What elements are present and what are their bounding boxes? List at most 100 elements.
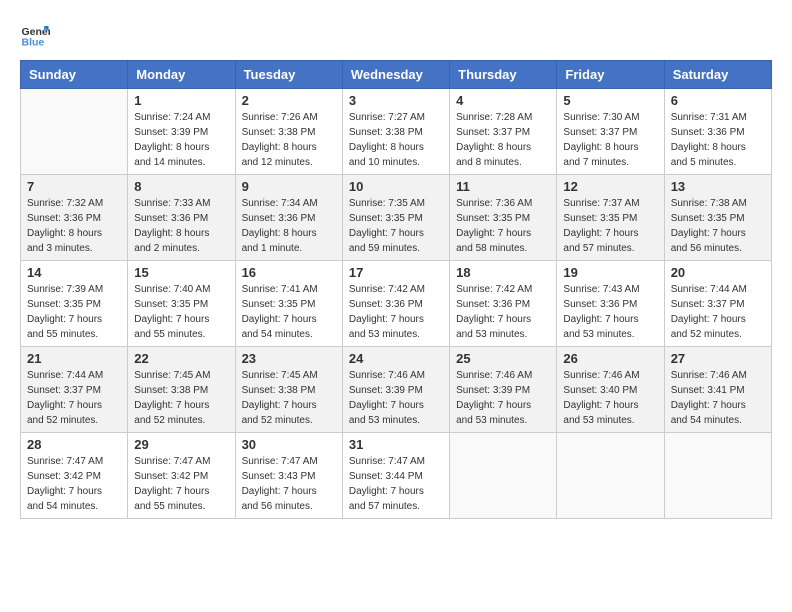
day-info: Sunrise: 7:27 AMSunset: 3:38 PMDaylight:… (349, 110, 443, 170)
calendar-day-cell: 9 Sunrise: 7:34 AMSunset: 3:36 PMDaylight… (235, 175, 342, 261)
calendar-day-cell: 26Sunrise: 7:46 AMSunset: 3:40 PMDayligh… (557, 347, 664, 433)
day-info: Sunrise: 7:32 AMSunset: 3:36 PMDaylight:… (27, 196, 121, 256)
day-info: Sunrise: 7:44 AMSunset: 3:37 PMDaylight:… (671, 282, 765, 342)
calendar-day-cell: 20 Sunrise: 7:44 AMSunset: 3:37 PMDayligh… (664, 261, 771, 347)
day-info: Sunrise: 7:46 AMSunset: 3:39 PMDaylight:… (349, 368, 443, 428)
day-number: 10 (349, 179, 443, 194)
calendar-day-cell: 14Sunrise: 7:39 AMSunset: 3:35 PMDayligh… (21, 261, 128, 347)
day-info: Sunrise: 7:47 AMSunset: 3:42 PMDaylight:… (27, 454, 121, 514)
calendar-day-cell: 18 Sunrise: 7:42 AMSunset: 3:36 PMDayligh… (450, 261, 557, 347)
calendar-week-row: 21 Sunrise: 7:44 AMSunset: 3:37 PMDayligh… (21, 347, 772, 433)
day-info: Sunrise: 7:47 AMSunset: 3:42 PMDaylight:… (134, 454, 228, 514)
day-info: Sunrise: 7:24 AMSunset: 3:39 PMDaylight:… (134, 110, 228, 170)
calendar-day-cell: 28 Sunrise: 7:47 AMSunset: 3:42 PMDayligh… (21, 433, 128, 519)
day-number: 12 (563, 179, 657, 194)
day-info: Sunrise: 7:35 AMSunset: 3:35 PMDaylight:… (349, 196, 443, 256)
weekday-header-tuesday: Tuesday (235, 61, 342, 89)
calendar-day-cell (664, 433, 771, 519)
day-number: 20 (671, 265, 765, 280)
calendar-day-cell: 10 Sunrise: 7:35 AMSunset: 3:35 PMDayligh… (342, 175, 449, 261)
calendar-day-cell: 16Sunrise: 7:41 AMSunset: 3:35 PMDayligh… (235, 261, 342, 347)
day-info: Sunrise: 7:38 AMSunset: 3:35 PMDaylight:… (671, 196, 765, 256)
day-info: Sunrise: 7:47 AMSunset: 3:44 PMDaylight:… (349, 454, 443, 514)
day-info: Sunrise: 7:43 AMSunset: 3:36 PMDaylight:… (563, 282, 657, 342)
day-number: 4 (456, 93, 550, 108)
day-number: 5 (563, 93, 657, 108)
day-number: 3 (349, 93, 443, 108)
day-number: 23 (242, 351, 336, 366)
day-number: 28 (27, 437, 121, 452)
weekday-header-wednesday: Wednesday (342, 61, 449, 89)
day-info: Sunrise: 7:26 AMSunset: 3:38 PMDaylight:… (242, 110, 336, 170)
day-info: Sunrise: 7:30 AMSunset: 3:37 PMDaylight:… (563, 110, 657, 170)
day-number: 8 (134, 179, 228, 194)
calendar-day-cell: 24Sunrise: 7:46 AMSunset: 3:39 PMDayligh… (342, 347, 449, 433)
day-number: 16 (242, 265, 336, 280)
calendar-day-cell: 27 Sunrise: 7:46 AMSunset: 3:41 PMDayligh… (664, 347, 771, 433)
calendar-day-cell: 6 Sunrise: 7:31 AMSunset: 3:36 PMDaylight… (664, 89, 771, 175)
day-number: 19 (563, 265, 657, 280)
day-info: Sunrise: 7:46 AMSunset: 3:39 PMDaylight:… (456, 368, 550, 428)
calendar-day-cell: 21 Sunrise: 7:44 AMSunset: 3:37 PMDayligh… (21, 347, 128, 433)
calendar-day-cell: 3 Sunrise: 7:27 AMSunset: 3:38 PMDaylight… (342, 89, 449, 175)
day-number: 15 (134, 265, 228, 280)
calendar-day-cell: 12Sunrise: 7:37 AMSunset: 3:35 PMDayligh… (557, 175, 664, 261)
day-number: 6 (671, 93, 765, 108)
day-number: 1 (134, 93, 228, 108)
day-info: Sunrise: 7:46 AMSunset: 3:41 PMDaylight:… (671, 368, 765, 428)
logo: General Blue (20, 20, 50, 50)
day-number: 21 (27, 351, 121, 366)
calendar-day-cell: 29 Sunrise: 7:47 AMSunset: 3:42 PMDayligh… (128, 433, 235, 519)
calendar-week-row: 28 Sunrise: 7:47 AMSunset: 3:42 PMDayligh… (21, 433, 772, 519)
day-number: 22 (134, 351, 228, 366)
weekday-header-friday: Friday (557, 61, 664, 89)
calendar-day-cell: 19 Sunrise: 7:43 AMSunset: 3:36 PMDayligh… (557, 261, 664, 347)
day-info: Sunrise: 7:33 AMSunset: 3:36 PMDaylight:… (134, 196, 228, 256)
calendar-day-cell: 7Sunrise: 7:32 AMSunset: 3:36 PMDaylight… (21, 175, 128, 261)
day-info: Sunrise: 7:45 AMSunset: 3:38 PMDaylight:… (134, 368, 228, 428)
calendar-day-cell: 1 Sunrise: 7:24 AMSunset: 3:39 PMDaylight… (128, 89, 235, 175)
calendar-day-cell: 2 Sunrise: 7:26 AMSunset: 3:38 PMDaylight… (235, 89, 342, 175)
calendar-day-cell: 25 Sunrise: 7:46 AMSunset: 3:39 PMDayligh… (450, 347, 557, 433)
day-number: 27 (671, 351, 765, 366)
day-info: Sunrise: 7:34 AMSunset: 3:36 PMDaylight:… (242, 196, 336, 256)
weekday-header-sunday: Sunday (21, 61, 128, 89)
day-number: 11 (456, 179, 550, 194)
calendar-day-cell: 13 Sunrise: 7:38 AMSunset: 3:35 PMDayligh… (664, 175, 771, 261)
day-number: 2 (242, 93, 336, 108)
weekday-header-saturday: Saturday (664, 61, 771, 89)
day-number: 14 (27, 265, 121, 280)
calendar-day-cell: 30Sunrise: 7:47 AMSunset: 3:43 PMDayligh… (235, 433, 342, 519)
day-info: Sunrise: 7:28 AMSunset: 3:37 PMDaylight:… (456, 110, 550, 170)
calendar-table: SundayMondayTuesdayWednesdayThursdayFrid… (20, 60, 772, 519)
weekday-header-monday: Monday (128, 61, 235, 89)
calendar-day-cell: 22 Sunrise: 7:45 AMSunset: 3:38 PMDayligh… (128, 347, 235, 433)
day-info: Sunrise: 7:44 AMSunset: 3:37 PMDaylight:… (27, 368, 121, 428)
calendar-day-cell (450, 433, 557, 519)
calendar-day-cell: 11 Sunrise: 7:36 AMSunset: 3:35 PMDayligh… (450, 175, 557, 261)
calendar-day-cell: 8 Sunrise: 7:33 AMSunset: 3:36 PMDaylight… (128, 175, 235, 261)
day-number: 9 (242, 179, 336, 194)
day-info: Sunrise: 7:42 AMSunset: 3:36 PMDaylight:… (349, 282, 443, 342)
calendar-week-row: 1 Sunrise: 7:24 AMSunset: 3:39 PMDaylight… (21, 89, 772, 175)
day-number: 18 (456, 265, 550, 280)
day-number: 13 (671, 179, 765, 194)
day-info: Sunrise: 7:36 AMSunset: 3:35 PMDaylight:… (456, 196, 550, 256)
calendar-day-cell: 5 Sunrise: 7:30 AMSunset: 3:37 PMDaylight… (557, 89, 664, 175)
calendar-day-cell: 31 Sunrise: 7:47 AMSunset: 3:44 PMDayligh… (342, 433, 449, 519)
day-number: 31 (349, 437, 443, 452)
day-number: 30 (242, 437, 336, 452)
day-info: Sunrise: 7:42 AMSunset: 3:36 PMDaylight:… (456, 282, 550, 342)
day-info: Sunrise: 7:31 AMSunset: 3:36 PMDaylight:… (671, 110, 765, 170)
calendar-day-cell: 15Sunrise: 7:40 AMSunset: 3:35 PMDayligh… (128, 261, 235, 347)
day-number: 25 (456, 351, 550, 366)
day-info: Sunrise: 7:45 AMSunset: 3:38 PMDaylight:… (242, 368, 336, 428)
day-number: 29 (134, 437, 228, 452)
logo-icon: General Blue (20, 20, 50, 50)
calendar-day-cell: 23 Sunrise: 7:45 AMSunset: 3:38 PMDayligh… (235, 347, 342, 433)
calendar-day-cell (21, 89, 128, 175)
page-header: General Blue (20, 20, 772, 50)
calendar-day-cell (557, 433, 664, 519)
weekday-header-thursday: Thursday (450, 61, 557, 89)
calendar-day-cell: 4 Sunrise: 7:28 AMSunset: 3:37 PMDaylight… (450, 89, 557, 175)
